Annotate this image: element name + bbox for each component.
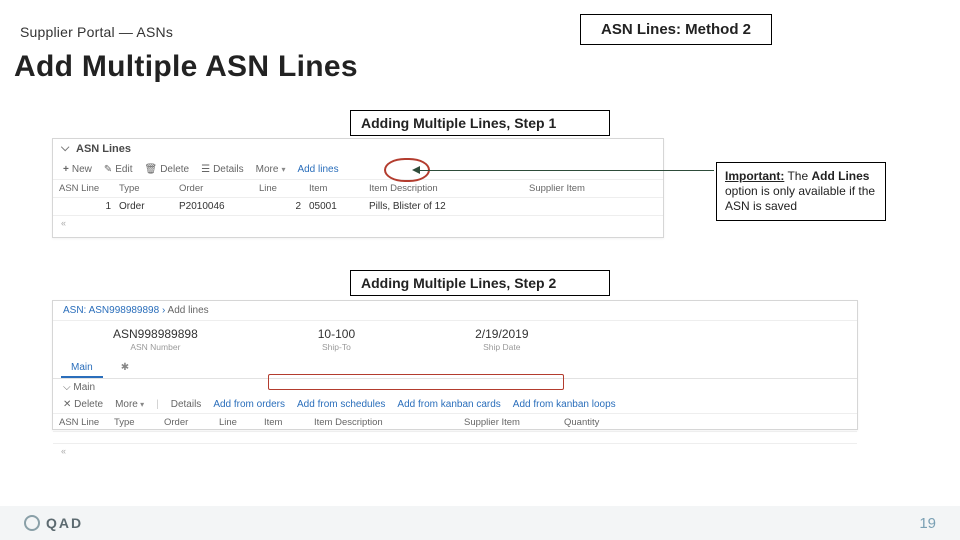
info-ship-to: 10-100 Ship-To [318, 327, 355, 352]
ship-date-value: 2/19/2019 [475, 327, 528, 341]
details-button[interactable]: ☰Details [201, 164, 244, 175]
callout-text-a: The [784, 169, 811, 183]
more-menu[interactable]: More [256, 164, 286, 175]
plus-icon: + [63, 164, 69, 175]
add-from-kanban-cards-link[interactable]: Add from kanban cards [397, 399, 500, 410]
col-type: Type [119, 183, 179, 194]
col-line: Line [259, 183, 309, 194]
tab-main[interactable]: Main [61, 360, 103, 378]
cell: P2010046 [179, 201, 259, 212]
col-asn-line: ASN Line [59, 183, 119, 194]
annotation-arrow-head [412, 166, 420, 174]
x-icon: ✕ [63, 399, 74, 410]
cell: Order [119, 201, 179, 212]
logo-text: QAD [46, 515, 83, 531]
add-from-kanban-loops-link[interactable]: Add from kanban loops [513, 399, 616, 410]
pencil-icon: ✎ [104, 164, 112, 175]
add-from-schedules-link[interactable]: Add from schedules [297, 399, 385, 410]
col: ASN Line [59, 417, 114, 428]
cell [529, 201, 619, 212]
method-badge: ASN Lines: Method 2 [580, 14, 772, 45]
important-callout: Important: The Add Lines option is only … [716, 162, 886, 221]
ship-to-label: Ship-To [318, 342, 355, 352]
info-asn-number: ASN998989898 ASN Number [113, 327, 198, 352]
list-icon: ☰ [201, 164, 210, 175]
more-menu-2[interactable]: More [115, 399, 144, 410]
info-ship-date: 2/19/2019 Ship Date [475, 327, 528, 352]
section-main: ⌵ Main [53, 379, 857, 396]
collapse-caret-icon: ⌵ [63, 382, 71, 393]
section-main-label: Main [73, 382, 95, 393]
col: Supplier Item [464, 417, 564, 428]
step-1-label: Adding Multiple Lines, Step 1 [350, 110, 610, 136]
trash-icon: 🗑 [144, 164, 157, 175]
callout-bold: Add Lines [811, 169, 869, 183]
globe-icon [24, 515, 40, 531]
col-supplier-item: Supplier Item [529, 183, 619, 194]
col: Line [219, 417, 264, 428]
panel-title-text: ASN Lines [76, 143, 131, 155]
important-label: Important: [725, 169, 784, 183]
page-number: 19 [919, 515, 936, 532]
table-row[interactable]: 1 Order P2010046 2 05001 Pills, Blister … [53, 197, 663, 215]
cell: Pills, Blister of 12 [369, 201, 529, 212]
col: Order [164, 417, 219, 428]
pager-2: « [53, 443, 857, 458]
ship-to-value: 10-100 [318, 327, 355, 341]
callout-text-b: option is only available if the ASN is s… [725, 184, 875, 213]
step-2-label: Adding Multiple Lines, Step 2 [350, 270, 610, 296]
asn-number-label: ASN Number [113, 342, 198, 352]
table-row-empty [53, 431, 857, 443]
breadcrumb-current: Add lines [168, 305, 209, 316]
delete-button-2[interactable]: ✕ Delete [63, 399, 103, 410]
cell: 1 [59, 201, 119, 212]
add-lines-screenshot: ASN: ASN998989898 › Add lines ASN9989898… [52, 300, 858, 430]
toolbar-divider: | [156, 399, 159, 410]
table-header-2: ASN Line Type Order Line Item Item Descr… [53, 413, 857, 431]
breadcrumb-asn-link[interactable]: ASN: ASN998989898 [63, 305, 159, 316]
new-button[interactable]: +New [63, 164, 92, 175]
col: Item Description [314, 417, 464, 428]
col: Quantity [564, 417, 634, 428]
ship-date-label: Ship Date [475, 342, 528, 352]
col: Item [264, 417, 314, 428]
qad-logo: QAD [24, 515, 83, 531]
cell: 05001 [309, 201, 369, 212]
add-lines-toolbar: ✕ Delete More | Details Add from orders … [53, 396, 857, 413]
delete-button[interactable]: 🗑Delete [144, 164, 189, 175]
slide-footer: QAD 19 [0, 506, 960, 540]
tab-settings-icon[interactable]: ✱ [111, 360, 139, 378]
add-from-orders-link[interactable]: Add from orders [213, 399, 285, 410]
asn-lines-toolbar: +New ✎Edit 🗑Delete ☰Details More Add lin… [53, 160, 663, 179]
pager: « [53, 215, 663, 230]
page-title: Add Multiple ASN Lines [14, 50, 358, 84]
breadcrumb-2: ASN: ASN998989898 › Add lines [53, 301, 857, 321]
col-item: Item [309, 183, 369, 194]
col-order: Order [179, 183, 259, 194]
asn-number-value: ASN998989898 [113, 327, 198, 341]
col: Type [114, 417, 164, 428]
edit-button[interactable]: ✎Edit [104, 164, 133, 175]
col-item-desc: Item Description [369, 183, 529, 194]
table-header: ASN Line Type Order Line Item Item Descr… [53, 179, 663, 197]
add-lines-link[interactable]: Add lines [297, 164, 338, 175]
breadcrumb: Supplier Portal — ASNs [20, 24, 173, 40]
tab-bar: Main ✱ [53, 360, 857, 379]
header-info-row: ASN998989898 ASN Number 10-100 Ship-To 2… [53, 321, 857, 358]
collapse-caret-icon: ⌵ [61, 142, 69, 155]
asn-lines-panel-screenshot: ⌵ ASN Lines +New ✎Edit 🗑Delete ☰Details … [52, 138, 664, 238]
details-button-2[interactable]: Details [171, 399, 202, 410]
cell: 2 [259, 201, 309, 212]
panel-title: ⌵ ASN Lines [53, 139, 663, 160]
